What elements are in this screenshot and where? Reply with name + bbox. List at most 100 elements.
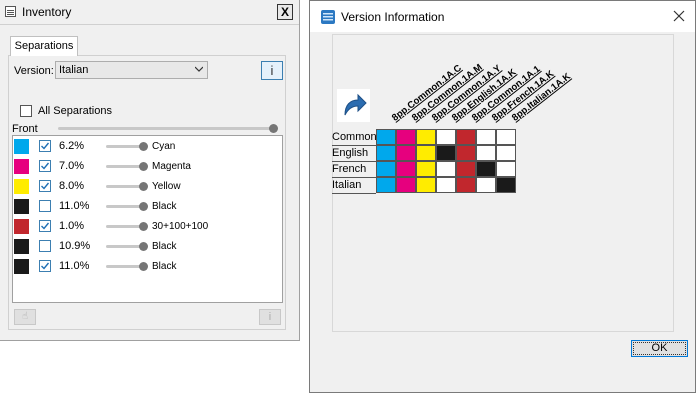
version-info-title: Version Information	[341, 10, 445, 24]
grid-cell	[496, 129, 516, 145]
refresh-icon[interactable]	[337, 89, 370, 122]
separation-checkbox[interactable]	[39, 160, 51, 172]
color-swatch	[14, 179, 29, 194]
separation-percent: 7.0%	[59, 160, 85, 172]
grid-cell	[376, 145, 396, 161]
hand-tool-button[interactable]: ☝	[14, 309, 36, 325]
separation-slider-handle[interactable]	[139, 202, 148, 211]
separation-row: 1.0% 30+100+100	[13, 216, 282, 236]
inventory-window-icon	[5, 6, 16, 17]
check-icon	[41, 162, 50, 170]
separation-slider-handle[interactable]	[139, 182, 148, 191]
separation-percent: 11.0%	[59, 260, 90, 272]
separation-row: 11.0% Black	[13, 196, 282, 216]
inventory-title: Inventory	[22, 5, 72, 19]
separation-name: Yellow	[152, 181, 181, 192]
separation-checkbox[interactable]	[39, 180, 51, 192]
row-divider	[332, 161, 376, 162]
separation-percent: 11.0%	[59, 200, 90, 212]
row-label-common: Common	[332, 131, 377, 143]
close-icon[interactable]	[673, 10, 685, 22]
bottom-info-button[interactable]: i	[259, 309, 281, 325]
grid-cell	[436, 161, 456, 177]
row-label-italian: Italian	[332, 179, 362, 191]
grid-cell	[376, 129, 396, 145]
grid-cell	[416, 145, 436, 161]
separation-row: 8.0% Yellow	[13, 176, 282, 196]
grid-cell	[436, 145, 456, 161]
separation-percent: 10.9%	[59, 240, 91, 252]
ok-button[interactable]: OK	[631, 340, 688, 357]
inventory-close-button[interactable]: X	[277, 4, 293, 20]
separation-checkbox[interactable]	[39, 200, 51, 212]
grid-cell	[496, 161, 516, 177]
grid-cell	[376, 177, 396, 193]
row-label-english: English	[332, 147, 369, 159]
separation-slider-handle[interactable]	[139, 162, 148, 171]
check-icon	[41, 182, 50, 190]
grid-cell	[416, 177, 436, 193]
color-swatch	[14, 159, 29, 174]
inventory-panel: Inventory X Separations Version: Italian…	[0, 0, 300, 341]
check-icon	[41, 222, 50, 230]
version-select-value: Italian	[59, 64, 89, 76]
separation-row: 10.9% Black	[13, 236, 282, 256]
chevron-down-icon	[195, 66, 203, 72]
separations-list: 6.2% Cyan 7.0% Magenta 8.0% Yellow 11.0%	[12, 135, 283, 303]
separation-checkbox[interactable]	[39, 260, 51, 272]
all-separations-checkbox[interactable]	[20, 105, 32, 117]
version-info-titlebar: Version Information	[310, 1, 695, 32]
separation-checkbox[interactable]	[39, 220, 51, 232]
row-divider	[332, 193, 376, 194]
separation-slider-handle[interactable]	[139, 242, 148, 251]
app-icon	[321, 10, 335, 24]
grid-cell	[476, 177, 496, 193]
separation-row: 7.0% Magenta	[13, 156, 282, 176]
grid-cell	[376, 161, 396, 177]
separation-checkbox[interactable]	[39, 240, 51, 252]
separation-name: 30+100+100	[152, 221, 209, 232]
row-label-french: French	[332, 163, 367, 175]
row-divider	[332, 177, 376, 178]
separation-slider-handle[interactable]	[139, 222, 148, 231]
color-swatch	[14, 139, 29, 154]
separation-slider-handle[interactable]	[139, 262, 148, 271]
separation-percent: 6.2%	[59, 140, 85, 152]
grid-cell	[476, 129, 496, 145]
grid-cell	[416, 129, 436, 145]
front-slider-handle[interactable]	[269, 124, 278, 133]
color-swatch	[14, 259, 29, 274]
separation-name: Black	[152, 201, 177, 212]
version-label: Version:	[14, 65, 54, 77]
check-icon	[41, 262, 50, 270]
front-slider-track[interactable]	[58, 127, 277, 130]
separation-row: 6.2% Cyan	[13, 136, 282, 156]
grid-cell	[456, 129, 476, 145]
color-swatch	[14, 199, 29, 214]
version-info-dialog: Version Information 8pp.Common.1A.C 8pp.…	[309, 0, 696, 393]
separation-percent: 8.0%	[59, 180, 85, 192]
separation-slider-handle[interactable]	[139, 142, 148, 151]
version-select[interactable]: Italian	[55, 61, 208, 79]
separation-name: Cyan	[152, 141, 176, 152]
color-swatch	[14, 239, 29, 254]
separation-row: 11.0% Black	[13, 256, 282, 276]
version-grid	[376, 129, 516, 193]
grid-cell	[416, 161, 436, 177]
separation-checkbox[interactable]	[39, 140, 51, 152]
grid-cell	[476, 161, 496, 177]
grid-cell	[396, 145, 416, 161]
info-button[interactable]: i	[261, 61, 283, 80]
separation-name: Magenta	[152, 161, 191, 172]
tab-separations[interactable]: Separations	[10, 36, 78, 56]
all-separations-label: All Separations	[38, 105, 112, 117]
check-icon	[41, 142, 50, 150]
grid-cell	[396, 161, 416, 177]
color-swatch	[14, 219, 29, 234]
separation-name: Black	[152, 261, 177, 272]
grid-cell	[436, 177, 456, 193]
grid-cell	[456, 161, 476, 177]
grid-cell	[436, 129, 456, 145]
grid-cell	[456, 145, 476, 161]
grid-cell	[456, 177, 476, 193]
